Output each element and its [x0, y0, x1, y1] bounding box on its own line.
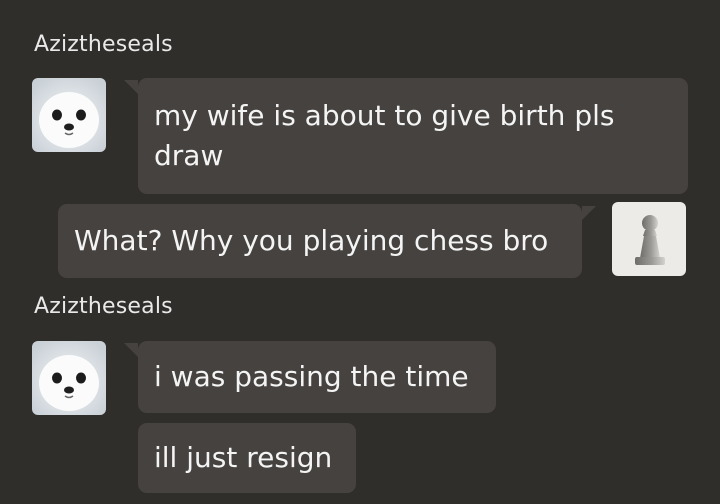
- message-text: What? Why you playing chess bro: [74, 224, 549, 257]
- sender-name: Aziztheseals: [34, 32, 173, 57]
- bubble-tail: [124, 80, 138, 94]
- message-bubble[interactable]: i was passing the time: [138, 341, 496, 413]
- message-bubble[interactable]: my wife is about to give birth pls draw: [138, 78, 688, 194]
- bubble-tail: [582, 206, 596, 220]
- seal-avatar-icon[interactable]: [32, 78, 106, 152]
- message-text-line: draw: [154, 139, 224, 172]
- sender-name: Aziztheseals: [34, 294, 173, 319]
- message-text: i was passing the time: [154, 360, 469, 393]
- message-text-line: my wife is about to give birth pls: [154, 99, 615, 132]
- message-text: ill just resign: [154, 441, 333, 474]
- message-bubble[interactable]: What? Why you playing chess bro: [58, 204, 582, 278]
- message-bubble[interactable]: ill just resign: [138, 423, 356, 493]
- seal-avatar-icon[interactable]: [32, 341, 106, 415]
- pawn-avatar-icon[interactable]: [612, 202, 686, 276]
- bubble-tail: [124, 343, 138, 357]
